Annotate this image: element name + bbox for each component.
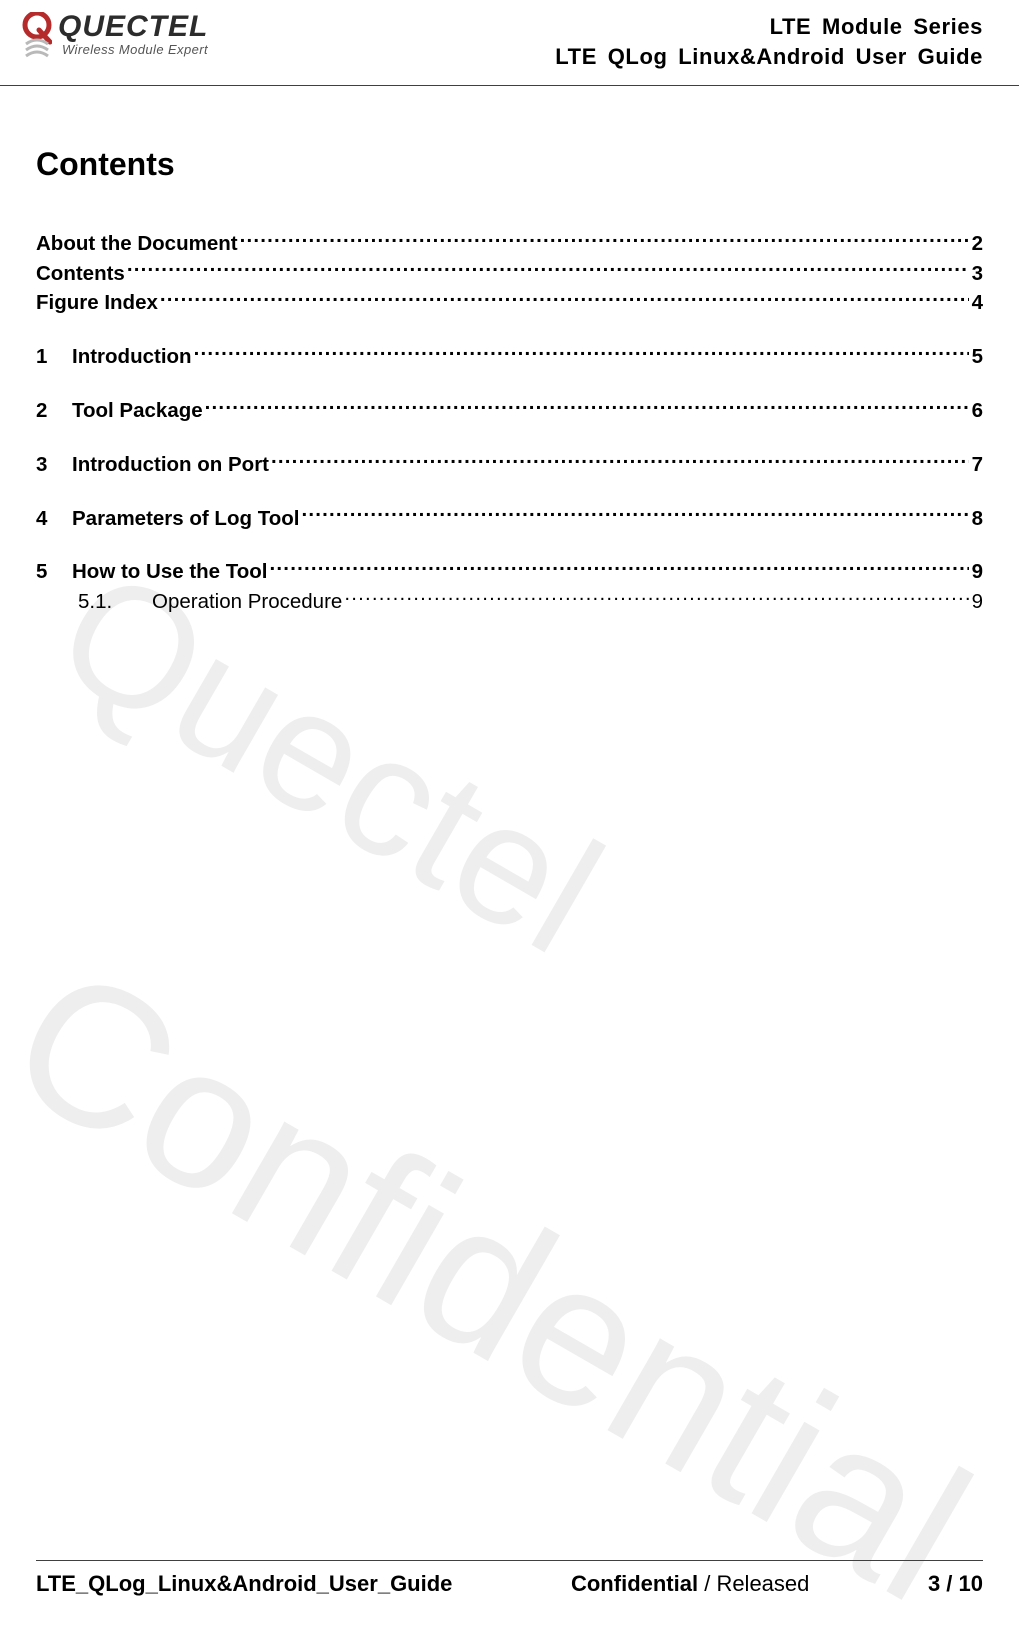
toc-leader — [299, 502, 968, 525]
toc-entry[interactable]: 4 Parameters of Log Tool 8 — [36, 502, 983, 532]
toc-label: Introduction — [72, 344, 192, 370]
toc-page: 9 — [969, 559, 983, 585]
toc-entry[interactable]: About the Document 2 — [36, 227, 983, 257]
header-doc-title: LTE Module Series LTE QLog Linux&Android… — [555, 12, 983, 71]
toc-label: Operation Procedure — [152, 589, 342, 615]
footer-confidential: Confidential — [571, 1571, 698, 1596]
page-footer: LTE_QLog_Linux&Android_User_Guide Confid… — [36, 1560, 983, 1597]
toc-num: 2 — [36, 398, 72, 424]
toc-page: 2 — [969, 231, 983, 257]
toc-page: 4 — [969, 290, 983, 316]
toc-page: 7 — [969, 452, 983, 478]
quectel-logo-icon — [22, 12, 52, 64]
toc-leader — [342, 586, 968, 609]
footer-released: Released — [716, 1571, 809, 1596]
toc-entry[interactable]: 1 Introduction 5 — [36, 341, 983, 371]
toc-leader — [203, 395, 969, 418]
toc-chapter: 5 How to Use the Tool 9 5.1. Operation P… — [36, 556, 983, 616]
toc-entry[interactable]: 3 Introduction on Port 7 — [36, 448, 983, 478]
toc-label: About the Document — [36, 231, 238, 257]
toc-page: 8 — [969, 506, 983, 532]
toc-num: 4 — [36, 506, 72, 532]
toc-label: Tool Package — [72, 398, 203, 424]
toc-entry[interactable]: Figure Index 4 — [36, 287, 983, 317]
toc-leader — [268, 556, 969, 579]
toc-label: Introduction on Port — [72, 452, 269, 478]
toc-page: 6 — [969, 398, 983, 424]
toc-leader — [269, 448, 969, 471]
page-header: QUECTEL Wireless Module Expert LTE Modul… — [0, 0, 1019, 86]
content-area: Contents About the Document 2 Contents 3… — [0, 86, 1019, 615]
page-title: Contents — [36, 146, 983, 183]
logo-main-text: QUECTEL — [58, 12, 208, 42]
logo: QUECTEL Wireless Module Expert — [22, 12, 208, 64]
toc-page: 9 — [969, 589, 983, 615]
toc-leader — [192, 341, 969, 364]
toc-num: 3 — [36, 452, 72, 478]
toc-num: 5 — [36, 559, 72, 585]
toc-entry[interactable]: 2 Tool Package 6 — [36, 395, 983, 425]
toc-chapter: 2 Tool Package 6 — [36, 395, 983, 425]
toc-leader — [125, 257, 969, 280]
header-line1: LTE Module Series — [555, 12, 983, 42]
toc-page: 3 — [969, 261, 983, 287]
toc-entry[interactable]: Contents 3 — [36, 257, 983, 287]
toc-leader — [158, 287, 969, 310]
toc-sub-entry[interactable]: 5.1. Operation Procedure 9 — [36, 586, 983, 616]
header-line2: LTE QLog Linux&Android User Guide — [555, 42, 983, 72]
footer-left: LTE_QLog_Linux&Android_User_Guide — [36, 1571, 452, 1597]
toc-entry[interactable]: 5 How to Use the Tool 9 — [36, 556, 983, 586]
footer-right: 3 / 10 — [928, 1571, 983, 1597]
toc-front-matter: About the Document 2 Contents 3 Figure I… — [36, 227, 983, 316]
logo-sub-text: Wireless Module Expert — [58, 42, 208, 57]
toc-label: Figure Index — [36, 290, 158, 316]
toc-page: 5 — [969, 344, 983, 370]
toc-sub-num: 5.1. — [78, 589, 124, 615]
toc-label: Contents — [36, 261, 125, 287]
toc-chapter: 1 Introduction 5 — [36, 341, 983, 371]
footer-sep: / — [698, 1571, 716, 1596]
toc-leader — [238, 227, 969, 250]
toc-chapter: 4 Parameters of Log Tool 8 — [36, 502, 983, 532]
toc-label: How to Use the Tool — [72, 559, 268, 585]
toc-label: Parameters of Log Tool — [72, 506, 299, 532]
toc-num: 1 — [36, 344, 72, 370]
toc-chapter: 3 Introduction on Port 7 — [36, 448, 983, 478]
footer-center: Confidential / Released — [571, 1571, 809, 1597]
watermark-confidential: Confidential — [0, 920, 1005, 1647]
